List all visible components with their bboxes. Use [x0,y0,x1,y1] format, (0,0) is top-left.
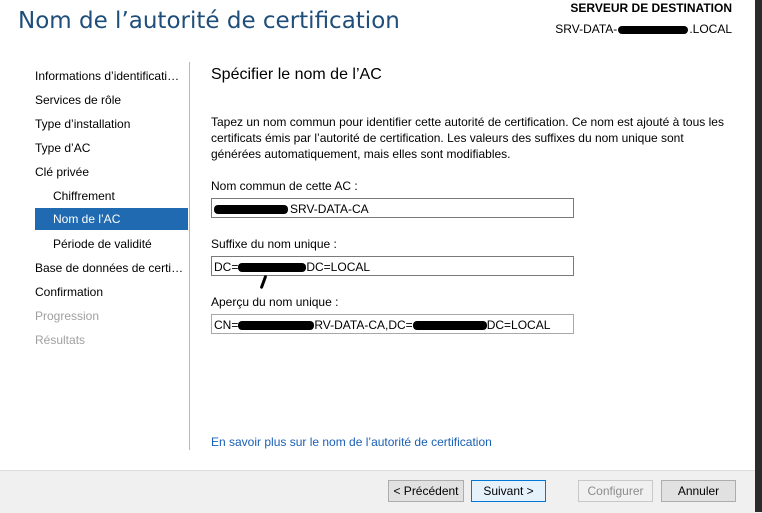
sidebar-item-ca-name[interactable]: Nom de l’AC [35,208,188,230]
destination-server-name: SRV-DATA- .LOCAL [555,22,732,36]
sidebar-item-results: Résultats [35,333,86,347]
preview-output: CN= RV-DATA-CA,DC= DC=LOCAL [211,314,574,334]
sidebar-item-credentials[interactable]: Informations d’identificati… [35,65,185,87]
redaction-mark [238,321,315,331]
page-title: Nom de l’autorité de certification [18,8,400,34]
suffix-value-prefix: DC= [214,260,239,274]
sidebar: Informations d’identificati… Services de… [0,62,190,450]
learn-more-link[interactable]: En savoir plus sur le nom de l’autorité … [211,435,492,449]
redaction-mark [618,25,689,34]
sidebar-item-setup-type[interactable]: Type d’installation [35,113,185,135]
suffix-label: Suffixe du nom unique : [211,237,337,251]
sidebar-item-validity-period[interactable]: Période de validité [53,233,183,255]
configure-button: Configurer [578,480,653,502]
sidebar-item-cryptography[interactable]: Chiffrement [53,185,183,207]
sidebar-item-ca-type[interactable]: Type d’AC [35,137,185,159]
sidebar-item-certificate-database[interactable]: Base de données de certi… [35,257,185,279]
destination-server-prefix: SRV-DATA- [555,22,618,36]
suffix-value-suffix: DC=LOCAL [306,260,371,274]
section-title: Spécifier le nom de l’AC [211,66,382,83]
preview-value-prefix: CN= [214,318,239,332]
suffix-input[interactable]: DC= DC=LOCAL [211,256,574,276]
common-name-input[interactable]: SRV-DATA-CA [211,198,574,218]
redaction-scribble [259,274,268,290]
cancel-button[interactable]: Annuler [661,480,736,502]
preview-value-mid: RV-DATA-CA,DC= [314,318,413,332]
sidebar-item-confirmation[interactable]: Confirmation [35,281,185,303]
common-name-value: SRV-DATA-CA [290,202,369,216]
next-button[interactable]: Suivant > [471,480,546,502]
sidebar-item-role-services[interactable]: Services de rôle [35,89,185,111]
redaction-mark [412,321,487,331]
preview-value-suffix: DC=LOCAL [486,318,551,332]
window-edge [755,0,762,512]
destination-server-suffix: .LOCAL [689,22,732,36]
sidebar-item-progress: Progression [35,309,100,323]
destination-server-label: SERVEUR DE DESTINATION [570,1,732,15]
section-description: Tapez un nom commun pour identifier cett… [211,115,724,161]
common-name-label: Nom commun de cette AC : [211,179,358,193]
preview-label: Aperçu du nom unique : [211,295,339,309]
redaction-mark [214,205,288,215]
redaction-mark [238,263,307,273]
previous-button[interactable]: < Précédent [388,480,464,502]
sidebar-item-private-key[interactable]: Clé privée [35,161,185,183]
